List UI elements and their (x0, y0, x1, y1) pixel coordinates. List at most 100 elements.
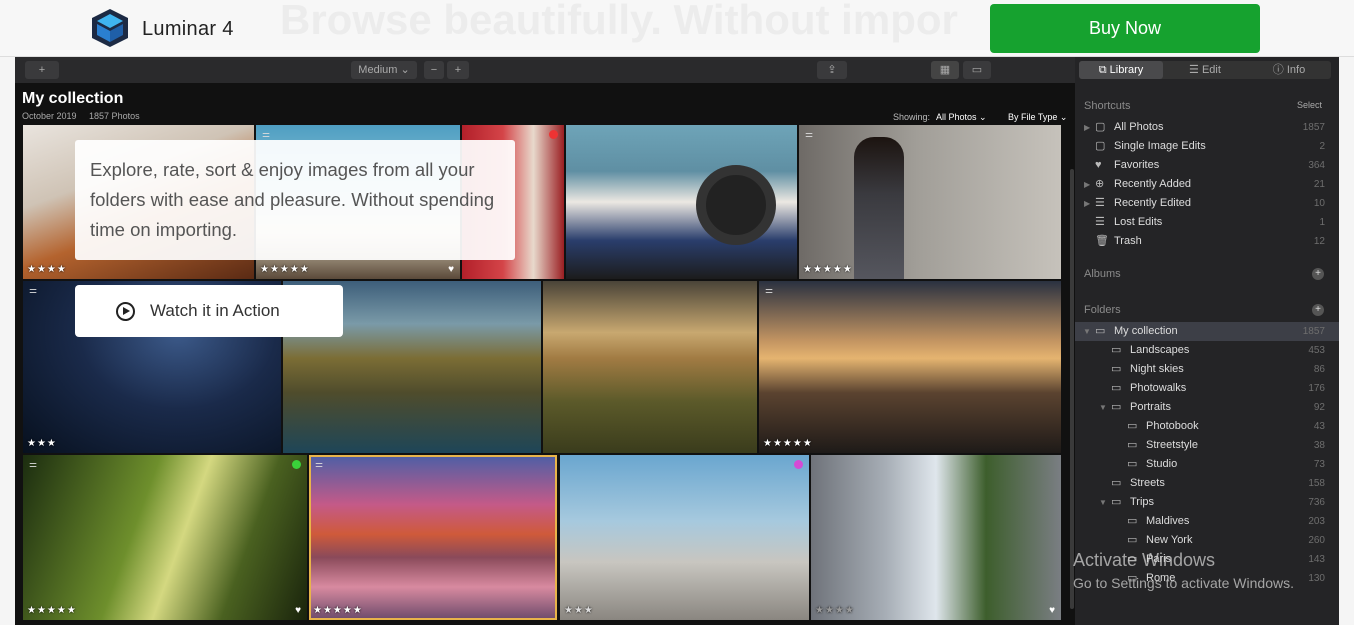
shortcut-icon: ☰ (1095, 216, 1105, 228)
folder-item[interactable]: ▭ Streets 158 (1075, 474, 1339, 493)
folder-item[interactable]: ▭ Photobook 43 (1075, 417, 1339, 436)
collapse-arrow-icon[interactable]: ▼ (1099, 398, 1107, 417)
folder-label: Photobook (1146, 420, 1199, 432)
folder-item[interactable]: ▼ ▭ Portraits 92 (1075, 398, 1339, 417)
info-icon: ⓘ (1272, 64, 1287, 76)
folder-icon: ▭ (1111, 477, 1122, 489)
star-rating: ★★★★★ (27, 605, 77, 616)
folder-item[interactable]: ▭ Streetstyle 38 (1075, 436, 1339, 455)
thumbnail-size-select[interactable]: Medium ⌄ (351, 61, 417, 79)
folder-count: 1857 (1302, 326, 1325, 337)
folder-item[interactable]: ▭ Night skies 86 (1075, 360, 1339, 379)
shortcut-icon: 🗑 (1095, 235, 1109, 247)
buy-now-button[interactable]: Buy Now (990, 4, 1260, 53)
shortcut-label: Trash (1114, 235, 1142, 247)
shortcut-item[interactable]: ♥ Favorites 364 (1075, 156, 1339, 175)
photo-thumbnail[interactable] (543, 281, 757, 453)
folder-item[interactable]: ▭ Photowalks 176 (1075, 379, 1339, 398)
photo-thumbnail[interactable]: ★★★★ ♥ (811, 455, 1061, 620)
folder-icon: ▭ (1095, 325, 1106, 337)
shortcut-icon: ▢ (1095, 140, 1106, 152)
shortcut-label: Single Image Edits (1114, 140, 1206, 152)
photo-thumbnail[interactable] (566, 125, 797, 279)
shortcut-item[interactable]: ▶ ▢ All Photos 1857 (1075, 118, 1339, 137)
tab-edit[interactable]: ☰ Edit (1163, 61, 1247, 79)
folder-item[interactable]: ▭ Landscapes 453 (1075, 341, 1339, 360)
favorite-icon: ♥ (295, 605, 301, 616)
showing-filter[interactable]: All Photos ⌄ (936, 112, 987, 123)
folder-icon: ▭ (1111, 382, 1122, 394)
photo-thumbnail[interactable]: ⚌ ★★★★★ ♥ (23, 455, 307, 620)
zoom-in-button[interactable]: + (447, 61, 469, 79)
shortcut-icon: ⊕ (1095, 178, 1105, 190)
share-icon[interactable]: ⇪ (817, 61, 847, 79)
grid-scrollbar[interactable] (1070, 169, 1074, 609)
photo-thumbnail[interactable]: ⚌ ★★★★★ (799, 125, 1061, 279)
photo-thumbnail[interactable]: ★★★ (560, 455, 809, 620)
brand-name: Luminar 4 (142, 18, 234, 40)
expand-arrow-icon[interactable]: ▶ (1084, 118, 1090, 137)
folder-icon: ▭ (1127, 534, 1138, 546)
folder-item[interactable]: ▼ ▭ Trips 736 (1075, 493, 1339, 512)
shortcut-item[interactable]: 🗑 Trash 12 (1075, 232, 1339, 251)
shortcut-count: 364 (1308, 160, 1325, 171)
folder-count: 203 (1308, 516, 1325, 527)
shortcut-count: 2 (1319, 141, 1325, 152)
zoom-out-button[interactable]: − (424, 61, 444, 79)
edited-icon: ⚌ (315, 459, 324, 469)
star-rating: ★★★★ (27, 264, 67, 275)
shortcut-item[interactable]: ▢ Single Image Edits 2 (1075, 137, 1339, 156)
single-view-icon[interactable]: ▭ (963, 61, 991, 79)
edited-icon: ⚌ (262, 129, 271, 139)
folder-label: Studio (1146, 458, 1178, 470)
folder-icon: ▭ (1111, 344, 1122, 356)
photo-thumbnail[interactable]: ⚌ ★★★★★ (309, 455, 557, 620)
file-type-filter[interactable]: By File Type ⌄ (1008, 112, 1067, 123)
add-album-button[interactable]: + (1312, 268, 1324, 280)
play-icon (116, 302, 135, 321)
folder-item[interactable]: ▭ Maldives 203 (1075, 512, 1339, 531)
folder-count: 86 (1313, 364, 1325, 375)
shortcut-item[interactable]: ▶ ⊕ Recently Added 21 (1075, 175, 1339, 194)
folder-icon: ▭ (1127, 439, 1138, 451)
shortcut-count: 12 (1313, 236, 1325, 247)
shortcut-item[interactable]: ☰ Lost Edits 1 (1075, 213, 1339, 232)
folder-item[interactable]: ▭ Studio 73 (1075, 455, 1339, 474)
panel-tabs: ⧉ Library ☰ Edit ⓘ Info (1079, 61, 1331, 79)
folder-item[interactable]: ▼ ▭ My collection 1857 (1075, 322, 1339, 341)
folder-label: Trips (1130, 496, 1155, 508)
folder-count: 38 (1313, 440, 1325, 451)
tab-library[interactable]: ⧉ Library (1079, 61, 1163, 79)
collapse-arrow-icon[interactable]: ▼ (1099, 493, 1107, 512)
edited-icon: ⚌ (765, 285, 774, 295)
folder-count: 92 (1313, 402, 1325, 413)
folder-count: 260 (1308, 535, 1325, 546)
select-button[interactable]: Select (1297, 100, 1322, 110)
add-folder-button[interactable]: + (25, 61, 59, 79)
shortcut-icon: ♥ (1095, 159, 1102, 171)
expand-arrow-icon[interactable]: ▶ (1084, 194, 1090, 213)
shortcut-item[interactable]: ▶ ☰ Recently Edited 10 (1075, 194, 1339, 213)
grid-view-icon[interactable]: ▦ (931, 61, 959, 79)
tab-info[interactable]: ⓘ Info (1247, 61, 1331, 79)
folder-count: 736 (1308, 497, 1325, 508)
shortcut-count: 21 (1313, 179, 1325, 190)
edited-icon: ⚌ (29, 459, 38, 469)
favorite-icon: ♥ (448, 264, 454, 275)
photo-thumbnail[interactable]: ⚌ ★★★★★ (759, 281, 1061, 453)
folder-icon: ▭ (1111, 401, 1122, 413)
collapse-arrow-icon[interactable]: ▼ (1083, 322, 1091, 341)
windows-watermark-title: Activate Windows (1073, 550, 1216, 570)
add-folder-icon[interactable]: + (1312, 304, 1324, 316)
luminar-logo-icon (92, 9, 128, 47)
expand-arrow-icon[interactable]: ▶ (1084, 175, 1090, 194)
library-panel: ⧉ Library ☰ Edit ⓘ Info Shortcuts Select… (1075, 57, 1339, 625)
folder-icon: ▭ (1127, 458, 1138, 470)
folder-count: 453 (1308, 345, 1325, 356)
folder-label: My collection (1114, 325, 1178, 337)
promo-banner: Luminar 4 Browse beautifully. Without im… (0, 0, 1354, 57)
folder-label: Portraits (1130, 401, 1171, 413)
star-rating: ★★★★★ (763, 438, 813, 449)
library-icon: ⧉ (1098, 64, 1110, 76)
folder-item[interactable]: ▭ New York 260 (1075, 531, 1339, 550)
